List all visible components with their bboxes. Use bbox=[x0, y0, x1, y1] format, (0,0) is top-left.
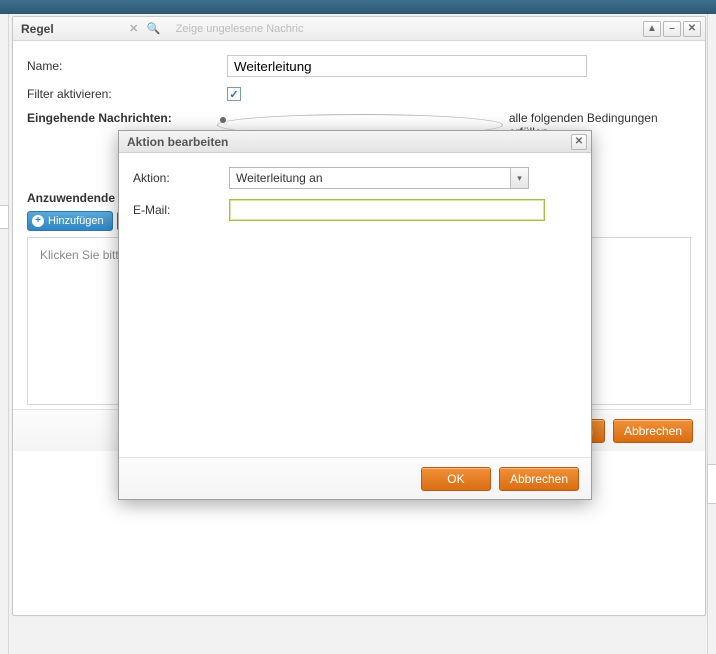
right-edge-bump bbox=[707, 464, 716, 504]
email-label: E-Mail: bbox=[133, 203, 229, 217]
collapse-button[interactable]: ▲ bbox=[643, 21, 661, 37]
name-input[interactable] bbox=[227, 55, 587, 77]
close-tool-icon[interactable]: ✕ bbox=[124, 20, 144, 38]
action-select[interactable]: Weiterleitung an ▾ bbox=[229, 167, 529, 189]
dialog-cancel-button[interactable]: Abbrechen bbox=[499, 467, 579, 491]
row-name: Name: bbox=[27, 55, 691, 77]
dialog-close-button[interactable]: ✕ bbox=[571, 134, 587, 150]
dialog-title: Aktion bearbeiten bbox=[127, 135, 228, 149]
action-select-value: Weiterleitung an bbox=[236, 171, 323, 185]
dialog-body: Aktion: Weiterleitung an ▾ E-Mail: bbox=[119, 153, 591, 245]
chevron-down-icon[interactable]: ▾ bbox=[510, 168, 528, 188]
search-tool-icon[interactable]: 🔍 bbox=[144, 20, 164, 38]
rules-list-placeholder: Klicken Sie bitte bbox=[40, 248, 125, 262]
add-rule-button[interactable]: + Hinzufügen bbox=[27, 211, 113, 231]
dialog-footer: OK Abbrechen bbox=[119, 457, 591, 499]
plus-icon: + bbox=[32, 215, 44, 227]
activate-checkbox[interactable]: ✓ bbox=[227, 87, 241, 101]
activate-label: Filter aktivieren: bbox=[27, 87, 227, 101]
cancel-button[interactable]: Abbrechen bbox=[613, 419, 693, 443]
close-button[interactable]: ✕ bbox=[683, 21, 701, 37]
name-label: Name: bbox=[27, 59, 227, 73]
rule-window-header[interactable]: Regel ✕ 🔍 Zeige ungelesene Nachric ▲ – ✕ bbox=[13, 17, 705, 41]
row-action: Aktion: Weiterleitung an ▾ bbox=[133, 167, 577, 189]
ok-button[interactable]: OK bbox=[421, 467, 491, 491]
right-edge bbox=[707, 14, 716, 654]
window-buttons: ▲ – ✕ bbox=[643, 21, 701, 37]
minimize-button[interactable]: – bbox=[663, 21, 681, 37]
check-icon: ✓ bbox=[229, 88, 238, 101]
add-rule-label: Hinzufügen bbox=[48, 215, 104, 227]
left-edge bbox=[0, 14, 9, 654]
header-hint: Zeige ungelesene Nachric bbox=[176, 23, 304, 35]
row-activate: Filter aktivieren: ✓ bbox=[27, 87, 691, 101]
dialog-header[interactable]: Aktion bearbeiten ✕ bbox=[119, 131, 591, 153]
incoming-label: Eingehende Nachrichten: bbox=[27, 111, 217, 125]
edit-action-dialog: Aktion bearbeiten ✕ Aktion: Weiterleitun… bbox=[118, 130, 592, 500]
email-input[interactable] bbox=[229, 199, 545, 221]
action-label: Aktion: bbox=[133, 171, 229, 185]
app-topbar bbox=[0, 0, 716, 14]
header-tools: ✕ 🔍 Zeige ungelesene Nachric bbox=[124, 20, 304, 38]
row-email: E-Mail: bbox=[133, 199, 577, 221]
rule-window-title: Regel bbox=[21, 22, 54, 36]
left-edge-bump bbox=[0, 205, 9, 229]
